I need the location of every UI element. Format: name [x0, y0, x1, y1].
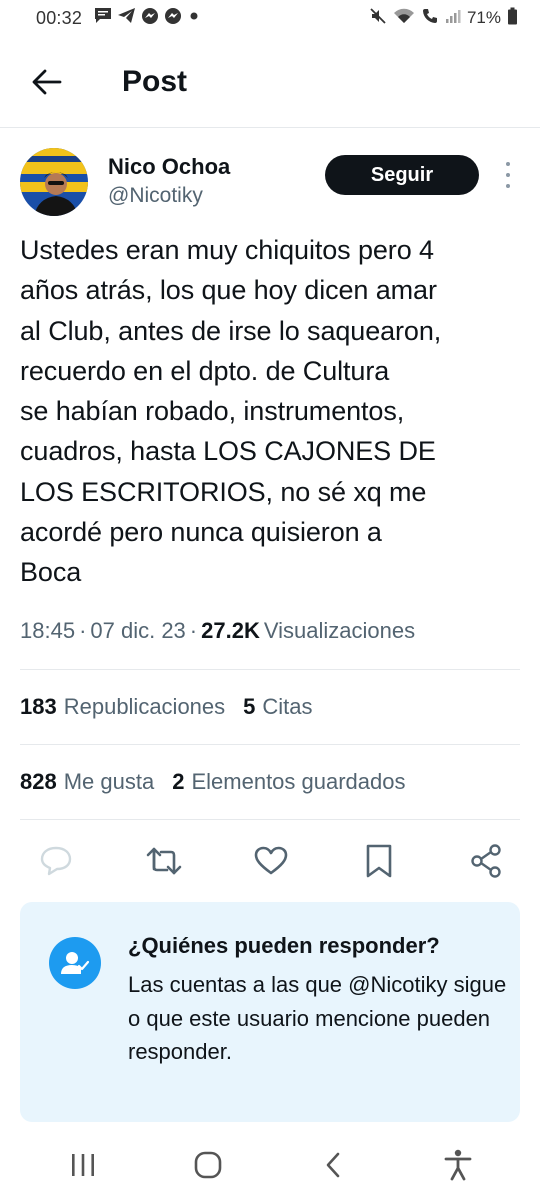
post-date[interactable]: 07 dic. 23 — [90, 618, 185, 644]
battery-icon — [507, 7, 518, 30]
likes-stat[interactable]: 828 Me gusta — [20, 769, 154, 795]
post-time[interactable]: 18:45 — [20, 618, 75, 644]
repost-icon — [146, 847, 181, 875]
mute-icon — [369, 7, 387, 30]
wifi-icon — [393, 7, 415, 30]
stats-row-reposts: 183 Republicaciones 5 Citas — [20, 694, 520, 720]
status-bar: 00:32 71% — [0, 0, 540, 36]
back-button[interactable] — [0, 36, 96, 128]
views-label: Visualizaciones — [263, 618, 416, 643]
divider — [20, 819, 520, 820]
reply-restriction-description: Las cuentas a las que @Nicotiky sigue o … — [128, 972, 507, 1064]
status-right: 71% — [369, 7, 518, 30]
avatar[interactable] — [20, 148, 88, 216]
more-options-button[interactable] — [498, 160, 518, 190]
arrow-left-icon — [32, 69, 62, 94]
action-bar — [20, 836, 520, 886]
divider — [20, 744, 520, 745]
bookmarks-stat[interactable]: 2 Elementos guardados — [172, 769, 405, 795]
follow-button[interactable]: Seguir — [325, 155, 479, 195]
telegram-icon — [117, 7, 136, 29]
quotes-label: Citas — [262, 694, 313, 719]
page-title: Post — [122, 64, 188, 98]
author-name[interactable]: Nico Ochoa — [108, 154, 230, 180]
repost-button[interactable] — [144, 841, 184, 881]
home-icon — [194, 1151, 221, 1179]
reposts-count: 183 — [20, 694, 57, 719]
meta-separator: · — [189, 618, 198, 643]
share-icon — [471, 844, 501, 878]
author-row: Nico Ochoa @Nicotiky Seguir — [20, 148, 520, 216]
accessibility-icon — [444, 1149, 471, 1181]
back-icon — [326, 1152, 339, 1178]
dot-icon — [187, 8, 201, 28]
more-dot — [506, 162, 510, 166]
message-icon — [94, 7, 112, 29]
quotes-stat[interactable]: 5 Citas — [243, 694, 312, 720]
more-dot — [506, 184, 510, 188]
recents-button[interactable] — [53, 1135, 113, 1195]
android-nav-bar — [0, 1130, 540, 1200]
reply-button[interactable] — [36, 841, 76, 881]
header: Post — [0, 36, 540, 128]
home-button[interactable] — [178, 1135, 238, 1195]
user-check-icon — [49, 937, 101, 989]
messenger-icon — [141, 7, 159, 30]
author-handle[interactable]: @Nicotiky — [108, 184, 203, 208]
more-dot — [506, 173, 510, 177]
post-text: Ustedes eran muy chiquitos pero 4 años a… — [20, 235, 442, 588]
messenger-icon — [164, 7, 182, 30]
reposts-stat[interactable]: 183 Republicaciones — [20, 694, 225, 720]
like-button[interactable] — [251, 841, 291, 881]
battery-percent: 71% — [466, 8, 501, 27]
reply-restriction-title: ¿Quiénes pueden responder? — [128, 933, 440, 958]
bookmarks-label: Elementos guardados — [191, 769, 406, 794]
signal-icon — [445, 8, 461, 29]
bookmark-button[interactable] — [359, 841, 399, 881]
likes-count: 828 — [20, 769, 57, 794]
bookmarks-count: 2 — [172, 769, 185, 794]
call-icon — [421, 7, 439, 30]
stats-row-likes: 828 Me gusta 2 Elementos guardados — [20, 769, 520, 795]
bookmark-icon — [366, 844, 391, 878]
likes-label: Me gusta — [63, 769, 155, 794]
recents-icon — [71, 1154, 94, 1176]
accessibility-button[interactable] — [428, 1135, 488, 1195]
system-back-button[interactable] — [303, 1135, 363, 1195]
status-left: 00:32 — [36, 7, 201, 30]
meta-separator: · — [79, 618, 87, 643]
quotes-count: 5 — [243, 694, 256, 719]
like-icon — [254, 846, 288, 875]
reposts-label: Republicaciones — [63, 694, 226, 719]
divider — [20, 669, 520, 670]
post-meta: 18:45 · 07 dic. 23 · 27.2K Visualizacion… — [20, 618, 520, 644]
reply-restriction-card[interactable]: ¿Quiénes pueden responder? Las cuentas a… — [20, 902, 520, 1122]
views-count: 27.2K — [201, 618, 260, 643]
notification-icons — [94, 7, 201, 30]
reply-icon — [40, 846, 72, 876]
share-button[interactable] — [466, 841, 506, 881]
status-time: 00:32 — [36, 7, 83, 28]
